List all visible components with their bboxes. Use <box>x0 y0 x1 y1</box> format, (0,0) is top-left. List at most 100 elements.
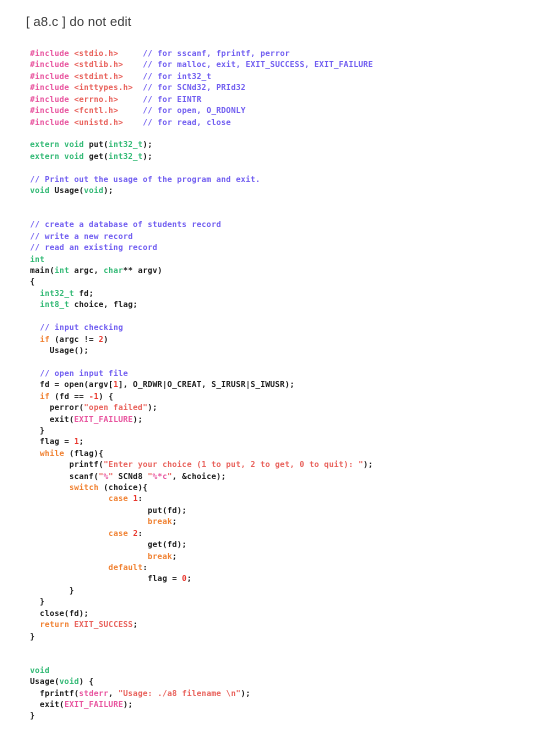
code-token-pl: choice, flag; <box>69 300 138 310</box>
code-line: // create a database of students record <box>30 219 535 230</box>
code-line: ​ <box>30 162 535 173</box>
code-token-kw: while <box>39 448 65 458</box>
code-line: } <box>30 585 535 596</box>
code-token-pl: SCNd8 <box>113 471 148 481</box>
code-token-pl: : <box>137 494 143 504</box>
source-code-block: #include <stdio.h> // for sscanf, fprint… <box>30 48 535 722</box>
code-token-kw: if <box>39 334 50 344</box>
code-token-ty: void <box>30 186 55 196</box>
code-token-mac: EXIT_FAILURE <box>74 414 133 424</box>
code-token-hdr: <stdint.h> <box>74 71 124 81</box>
code-token-pl: ) <box>103 334 109 344</box>
code-token-cm: // for int32_t <box>142 71 212 81</box>
code-line: main(int argc, char** argv) <box>30 265 535 276</box>
code-token-pl: put(fd); <box>30 505 187 515</box>
code-line: ​ <box>30 653 535 664</box>
code-token-fmt: %*c <box>152 471 168 481</box>
code-token-pp: #include <box>30 106 70 116</box>
code-token-pl: ) { <box>98 391 114 401</box>
code-line: ​ <box>30 356 535 367</box>
code-line: ​ <box>30 196 535 207</box>
code-token-mac: EXIT_FAILURE <box>64 700 124 710</box>
code-token-pl: ** argv) <box>123 266 163 276</box>
code-token-ty: void <box>30 665 50 675</box>
code-token-ty: void <box>59 677 80 687</box>
code-token-kw: default <box>108 562 143 572</box>
code-token-cm: // Print out the usage of the program an… <box>30 174 261 184</box>
code-token-pl: ); <box>132 414 143 424</box>
code-token-ty: int32_t <box>39 288 75 298</box>
code-line: Usage(void) { <box>30 676 535 687</box>
code-line: exit(EXIT_FAILURE); <box>30 414 535 425</box>
code-token-ty: int <box>30 254 45 264</box>
code-line: #include <errno.h> // for EINTR <box>30 94 535 105</box>
code-token-mac: stderr <box>79 688 109 698</box>
code-token-cm: // for EINTR <box>142 94 202 104</box>
code-token-pl: Usage( <box>30 677 60 687</box>
code-token-cm: // for read, close <box>142 117 231 127</box>
code-token-pl: get( <box>88 151 109 161</box>
code-line: switch (choice){ <box>30 482 535 493</box>
code-token-pl: (choice){ <box>98 483 148 493</box>
code-token-pl: , <box>108 688 119 698</box>
code-token-hdr: <fcntl.h> <box>74 106 119 116</box>
code-token-cm: // input checking <box>39 323 124 333</box>
code-line: put(fd); <box>30 505 535 516</box>
code-token-pl: ); <box>147 403 158 413</box>
code-line: return EXIT_SUCCESS; <box>30 619 535 630</box>
code-line: int <box>30 254 535 265</box>
code-token-pl: ; <box>172 551 178 561</box>
code-token-pl: Usage( <box>54 186 84 196</box>
code-token-cm: // for open, O_RDONLY <box>142 106 246 116</box>
code-line: #include <stdint.h> // for int32_t <box>30 71 535 82</box>
code-listing-page: [ a8.c ] do not edit #include <stdio.h> … <box>0 0 541 752</box>
code-token-str: "Enter your choice (1 to put, 2 to get, … <box>103 460 364 470</box>
code-line: #include <stdlib.h> // for malloc, exit,… <box>30 59 535 70</box>
code-token-hdr: <errno.h> <box>74 94 119 104</box>
code-line: } <box>30 710 535 721</box>
code-token-pl: ; <box>79 437 84 447</box>
code-line: } <box>30 425 535 436</box>
code-token-ty: int32_t <box>108 151 143 161</box>
code-line: flag = 1; <box>30 436 535 447</box>
code-line: if (argc != 2) <box>30 334 535 345</box>
code-token-pl: printf( <box>30 460 104 470</box>
code-token-pl: } <box>30 585 75 595</box>
code-line: } <box>30 596 535 607</box>
code-token-pl: (flag){ <box>64 448 104 458</box>
code-token-pl: { <box>30 277 35 287</box>
code-token-pl: fprintf( <box>30 688 80 698</box>
code-token-kw: return <box>39 620 70 630</box>
code-line: #include <fcntl.h> // for open, O_RDONLY <box>30 105 535 116</box>
code-token-pl: } <box>30 631 35 641</box>
code-token-ty: char <box>103 266 124 276</box>
code-token-pp: #include <box>30 71 70 81</box>
code-token-pp: #include <box>30 117 70 127</box>
code-token-num: -1 <box>88 391 99 401</box>
code-line: ​ <box>30 311 535 322</box>
code-token-cm: // for sscanf, fprintf, perror <box>142 49 290 58</box>
code-token-hdr: <stdio.h> <box>74 49 119 58</box>
code-token-kw: if <box>39 391 50 401</box>
code-token-pl: flag = <box>30 574 182 584</box>
code-token-pl: fd = open(argv[ <box>30 380 114 390</box>
code-token-pl: ; <box>172 517 178 527</box>
code-line: case 1: <box>30 493 535 504</box>
code-token-pp: #include <box>30 94 70 104</box>
code-token-cm: // for SCNd32, PRId32 <box>142 83 246 93</box>
code-line: exit(EXIT_FAILURE); <box>30 699 535 710</box>
code-token-kw: break <box>147 551 173 561</box>
code-line: } <box>30 631 535 642</box>
code-line: // input checking <box>30 322 535 333</box>
